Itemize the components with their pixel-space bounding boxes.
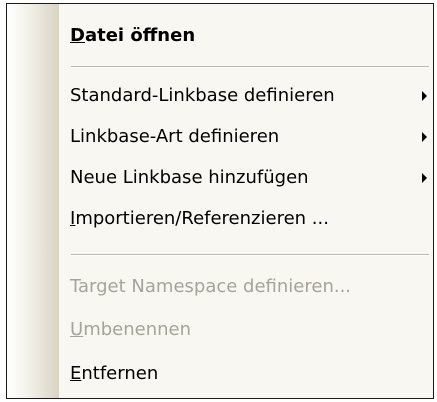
menu-item-label: Datei öffnen: [70, 25, 196, 46]
menu-item-label: Linkbase-Art definieren: [70, 126, 280, 147]
submenu-arrow-icon: [422, 173, 427, 183]
menu-item-label: Standard-Linkbase definieren: [70, 85, 335, 106]
menu-item-remove[interactable]: Entfernen: [7, 354, 433, 394]
menu-item-define-linkbase-type[interactable]: Linkbase-Art definieren: [7, 117, 433, 157]
menu-item-define-standard-linkbase[interactable]: Standard-Linkbase definieren: [7, 76, 433, 116]
menu-separator: [71, 66, 429, 68]
menu-item-label: Neue Linkbase hinzufügen: [70, 167, 309, 188]
submenu-arrow-icon: [422, 132, 427, 142]
submenu-arrow-icon: [422, 91, 427, 101]
menu-item-open-file[interactable]: Datei öffnen: [7, 16, 433, 56]
menu-item-import-reference[interactable]: Importieren/Referenzieren ...: [7, 199, 433, 239]
menu-item-add-new-linkbase[interactable]: Neue Linkbase hinzufügen: [7, 158, 433, 198]
context-menu: Datei öffnen Standard-Linkbase definiere…: [6, 3, 434, 399]
menu-item-rename[interactable]: Umbenennen: [7, 310, 433, 350]
menu-item-label: Umbenennen: [70, 319, 192, 340]
menu-item-label: Target Namespace definieren...: [70, 276, 352, 297]
menu-separator: [71, 254, 429, 256]
menu-item-define-target-namespace[interactable]: Target Namespace definieren...: [7, 267, 433, 307]
menu-item-label: Entfernen: [70, 363, 159, 384]
menu-item-label: Importieren/Referenzieren ...: [70, 208, 329, 229]
